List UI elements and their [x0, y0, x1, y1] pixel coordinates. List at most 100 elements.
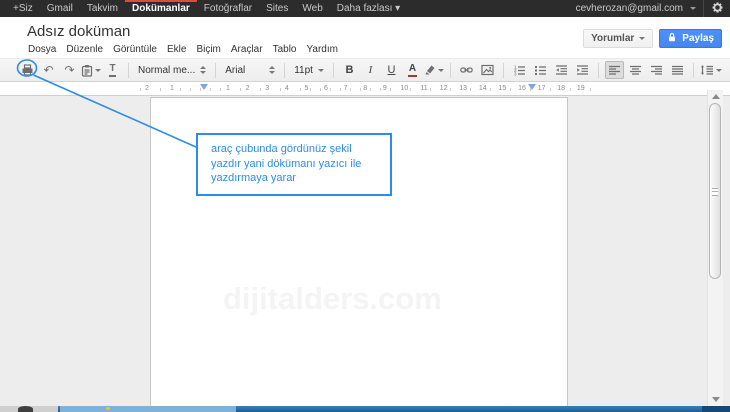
align-center-icon	[629, 64, 642, 76]
line-spacing-button[interactable]	[700, 61, 722, 79]
start-button[interactable]	[18, 406, 33, 412]
comments-chevron-down-icon	[639, 37, 645, 40]
ruler-number: 19	[575, 85, 587, 93]
lock-icon	[667, 32, 677, 46]
decrease-indent-button[interactable]	[552, 61, 571, 79]
taskbar-app-button[interactable]	[60, 406, 236, 412]
google-nav-item[interactable]: Web	[295, 0, 329, 17]
styles-dropdown[interactable]: Normal me...	[134, 61, 210, 79]
italic-button[interactable]: I	[361, 61, 380, 79]
toolbar-separator	[503, 63, 504, 78]
font-size-chevron-down-icon	[318, 69, 324, 72]
menu-item[interactable]: Biçim	[191, 43, 225, 56]
font-updown-icon	[269, 66, 275, 74]
menu-item[interactable]: Düzenle	[61, 43, 108, 56]
styles-updown-icon	[200, 66, 206, 74]
italic-icon: I	[369, 65, 373, 76]
google-nav-item[interactable]: Dokümanlar	[125, 0, 197, 17]
clipboard-chevron-down-icon	[95, 69, 101, 72]
vertical-scrollbar[interactable]	[707, 90, 723, 406]
right-indent-marker[interactable]	[528, 84, 536, 90]
redo-button[interactable]: ↷	[60, 61, 79, 79]
align-justify-icon	[671, 64, 684, 76]
menu-item[interactable]: Dosya	[23, 43, 61, 56]
left-indent-marker[interactable]	[200, 84, 208, 90]
toolbar-separator	[128, 63, 129, 78]
menu-item[interactable]: Görüntüle	[108, 43, 162, 56]
comments-button-label: Yorumlar	[591, 33, 634, 44]
menu-item[interactable]: Ekle	[162, 43, 191, 56]
decrease-indent-icon	[555, 64, 568, 76]
paint-format-button[interactable]: T	[103, 61, 122, 79]
google-nav-item[interactable]: Daha fazlası ▾	[330, 0, 407, 17]
bulleted-list-button[interactable]	[531, 61, 550, 79]
bold-button[interactable]: B	[340, 61, 359, 79]
account-chevron-down-icon	[690, 7, 696, 10]
watermark-text: dijitalders.com	[223, 281, 442, 317]
google-nav-item[interactable]: Gmail	[40, 0, 80, 17]
print-icon	[21, 64, 34, 76]
text-color-icon: A	[408, 64, 417, 77]
google-nav-item[interactable]: Fotoğraflar	[197, 0, 259, 17]
ruler-number: 4	[283, 85, 291, 93]
line-spacing-icon	[700, 64, 714, 76]
increase-indent-button[interactable]	[573, 61, 592, 79]
highlight-color-icon	[424, 64, 436, 76]
scroll-up-arrow-icon[interactable]	[712, 94, 720, 99]
ruler-number: 18	[555, 85, 567, 93]
highlight-chevron-down-icon	[438, 69, 444, 72]
underline-button[interactable]: U	[382, 61, 401, 79]
share-button[interactable]: Paylaş	[659, 29, 722, 48]
insert-link-button[interactable]	[457, 61, 476, 79]
google-nav-item[interactable]: +Siz	[6, 0, 40, 17]
print-button[interactable]	[18, 61, 37, 79]
document-title[interactable]: Adsız doküman	[27, 23, 130, 40]
align-right-icon	[650, 64, 663, 76]
annotation-callout: araç çubunda gördünüz şekil yazdır yani …	[196, 133, 392, 196]
highlight-color-button[interactable]	[424, 61, 444, 79]
font-size-dropdown[interactable]: 11pt	[290, 61, 328, 79]
ruler-number: 3	[263, 85, 271, 93]
menu-item[interactable]: Yardım	[301, 43, 343, 56]
ruler-number: 1	[224, 85, 232, 93]
scroll-down-arrow-icon[interactable]	[712, 397, 720, 402]
web-clipboard-button[interactable]	[81, 61, 101, 79]
ruler-number: 8	[361, 85, 369, 93]
toolbar-separator	[215, 63, 216, 78]
taskbar-app-icon	[106, 407, 110, 410]
line-spacing-chevron-down-icon	[716, 69, 722, 72]
align-left-button[interactable]	[605, 61, 624, 79]
font-value: Arial	[225, 65, 245, 76]
insert-image-button[interactable]	[478, 61, 497, 79]
account-email[interactable]: cevherozan@gmail.com	[576, 0, 683, 17]
redo-icon: ↷	[64, 64, 74, 76]
taskbar-right-segment	[702, 406, 730, 412]
image-icon	[481, 64, 494, 76]
align-center-button[interactable]	[626, 61, 645, 79]
menu-item[interactable]: Araçlar	[226, 43, 268, 56]
paint-format-icon: T	[109, 64, 115, 77]
ruler-number: 2	[143, 85, 151, 93]
text-color-button[interactable]: A	[403, 61, 422, 79]
ruler-number: 2	[244, 85, 252, 93]
google-black-bar: +SizGmailTakvimDokümanlarFotoğraflarSite…	[0, 0, 730, 17]
undo-button[interactable]: ↶	[39, 61, 58, 79]
font-dropdown[interactable]: Arial	[221, 61, 279, 79]
toolbar-separator	[693, 63, 694, 78]
google-nav-item[interactable]: Sites	[259, 0, 295, 17]
gear-icon[interactable]	[711, 1, 724, 17]
toolbar-separator	[450, 63, 451, 78]
ruler-number: 6	[322, 85, 330, 93]
toolbar-separator	[598, 63, 599, 78]
align-justify-button[interactable]	[668, 61, 687, 79]
comments-button[interactable]: Yorumlar	[583, 29, 653, 48]
document-header: Adsız doküman DosyaDüzenleGörüntüleEkleB…	[0, 17, 730, 58]
google-nav-item[interactable]: Takvim	[80, 0, 125, 17]
align-right-button[interactable]	[647, 61, 666, 79]
toolbar-separator	[284, 63, 285, 78]
menu-item[interactable]: Tablo	[268, 43, 302, 56]
ruler-number: 17	[536, 85, 548, 93]
numbered-list-button[interactable]: 1 2 3	[510, 61, 529, 79]
ruler: 2112345678910111213141516171819	[0, 82, 730, 96]
scrollbar-thumb[interactable]	[709, 103, 721, 279]
